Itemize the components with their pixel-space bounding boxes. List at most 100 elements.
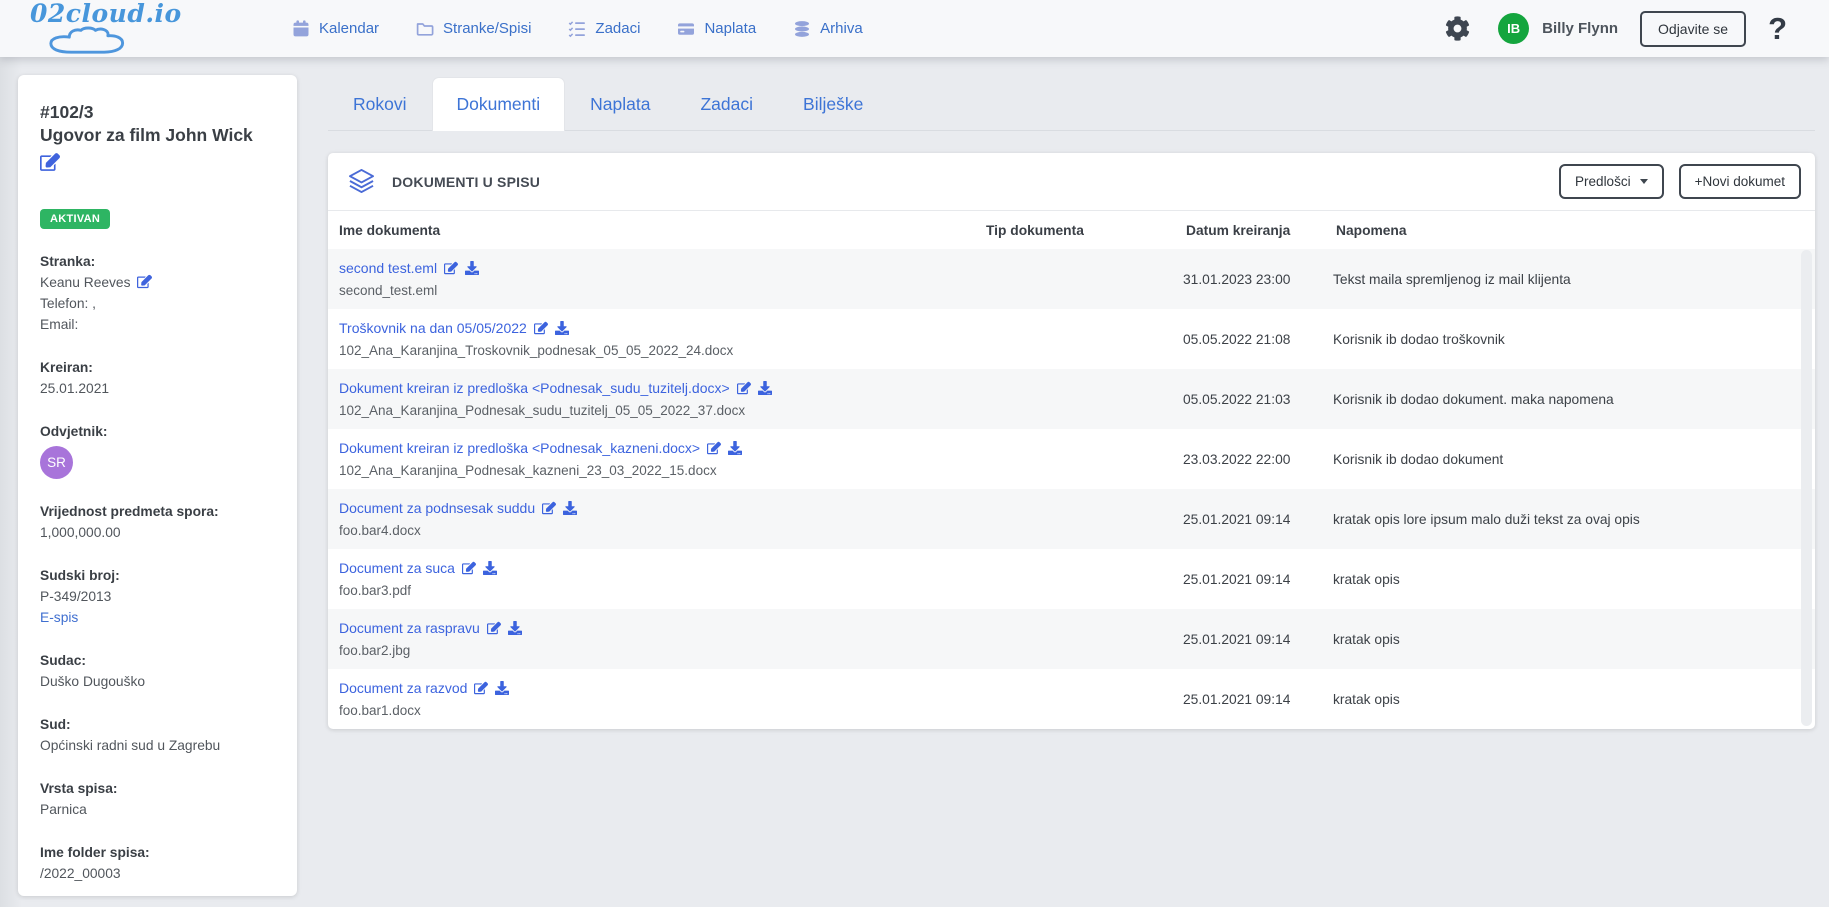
field-label: Ime folder spisa: [40, 842, 277, 863]
panel-actions: Predlošci +Novi dokumet [1559, 164, 1801, 199]
edit-document-icon[interactable] [535, 500, 556, 517]
document-date: 25.01.2021 09:14 [1175, 669, 1325, 729]
table-scrollbar[interactable] [1801, 250, 1812, 726]
edit-case-icon[interactable] [40, 152, 277, 177]
document-link[interactable]: Dokument kreiran iz predloška <Podnesak_… [339, 440, 700, 456]
document-note: Korisnik ib dodao troškovnik [1325, 309, 1815, 369]
nav-label: Stranke/Spisi [443, 20, 531, 37]
tab-rokovi[interactable]: Rokovi [328, 77, 432, 131]
nav-item-stranke-spisi[interactable]: Stranke/Spisi [416, 20, 531, 38]
document-note: kratak opis [1325, 609, 1815, 669]
document-link[interactable]: Troškovnik na dan 05/05/2022 [339, 320, 527, 336]
document-date: 25.01.2021 09:14 [1175, 489, 1325, 549]
download-document-icon[interactable] [548, 320, 569, 337]
field-value: Keanu Reeves [40, 272, 277, 293]
document-filename: 102_Ana_Karanjina_Podnesak_kazneni_23_03… [339, 463, 967, 478]
field-label: Sudac: [40, 650, 277, 671]
logo-text: 02cloud.io [30, 0, 292, 28]
document-link[interactable]: Document za suca [339, 560, 455, 576]
table-row: Document za podnsesak suddu foo.bar4.doc… [328, 489, 1815, 549]
logout-button[interactable]: Odjavite se [1640, 11, 1746, 47]
field-value: 25.01.2021 [40, 378, 277, 399]
edit-document-icon[interactable] [437, 260, 458, 277]
document-link[interactable]: Document za podnsesak suddu [339, 500, 535, 516]
predlosci-label: Predlošci [1575, 174, 1631, 189]
field-label: Vrijednost predmeta spora: [40, 501, 277, 522]
document-link[interactable]: second test.eml [339, 260, 437, 276]
edit-document-icon[interactable] [700, 440, 721, 457]
document-type [975, 369, 1175, 429]
document-date: 05.05.2022 21:03 [1175, 369, 1325, 429]
download-document-icon[interactable] [556, 500, 577, 517]
document-filename: 102_Ana_Karanjina_Podnesak_sudu_tuzitelj… [339, 403, 967, 418]
download-document-icon[interactable] [501, 620, 522, 637]
table-row: Document za razvod foo.bar1.docx 25.01.2… [328, 669, 1815, 729]
edit-document-icon[interactable] [730, 380, 751, 397]
edit-stranka-icon[interactable] [131, 275, 152, 290]
field-sud: Sud: Općinski radni sud u Zagrebu [40, 714, 277, 756]
nav-item-kalendar[interactable]: Kalendar [292, 20, 379, 38]
document-filename: foo.bar4.docx [339, 523, 967, 538]
edit-document-icon[interactable] [467, 680, 488, 697]
download-document-icon[interactable] [751, 380, 772, 397]
nav-item-naplata[interactable]: Naplata [677, 20, 756, 38]
table-header-row: Ime dokumenta Tip dokumenta Datum kreira… [328, 211, 1815, 249]
document-link[interactable]: Document za raspravu [339, 620, 480, 636]
document-note: Korisnik ib dodao dokument [1325, 429, 1815, 489]
nav-label: Zadaci [595, 20, 640, 37]
table-row: Dokument kreiran iz predloška <Podnesak_… [328, 429, 1815, 489]
table-row: Document za suca foo.bar3.pdf 25.01.2021… [328, 549, 1815, 609]
document-type [975, 669, 1175, 729]
tab-naplata[interactable]: Naplata [565, 77, 675, 131]
edit-document-icon[interactable] [480, 620, 501, 637]
nav-label: Naplata [704, 20, 756, 37]
edit-document-icon[interactable] [527, 320, 548, 337]
column-header-tip: Tip dokumenta [975, 211, 1175, 249]
field-label: Kreiran: [40, 357, 277, 378]
help-icon[interactable]: ? [1768, 13, 1787, 44]
document-note: Korisnik ib dodao dokument. maka napomen… [1325, 369, 1815, 429]
app-logo: 02cloud.io [0, 0, 292, 57]
document-link[interactable]: Document za razvod [339, 680, 467, 696]
tab-biljeske[interactable]: Bilješke [778, 77, 888, 131]
document-type [975, 609, 1175, 669]
download-document-icon[interactable] [476, 560, 497, 577]
espis-link[interactable]: E-spis [40, 607, 78, 628]
document-link[interactable]: Dokument kreiran iz predloška <Podnesak_… [339, 380, 730, 396]
user-avatar[interactable]: IB [1498, 13, 1529, 44]
document-type [975, 309, 1175, 369]
nav-item-zadaci[interactable]: Zadaci [568, 20, 640, 38]
nav-item-arhiva[interactable]: Arhiva [793, 20, 863, 38]
field-value: P-349/2013 [40, 586, 277, 607]
field-label: Stranka: [40, 251, 277, 272]
document-date: 05.05.2022 21:08 [1175, 309, 1325, 369]
tab-zadaci[interactable]: Zadaci [675, 77, 778, 131]
download-document-icon[interactable] [721, 440, 742, 457]
table-row: Dokument kreiran iz predloška <Podnesak_… [328, 369, 1815, 429]
documents-table: Ime dokumenta Tip dokumenta Datum kreira… [328, 211, 1815, 729]
field-odvjetnik: Odvjetnik: SR [40, 421, 277, 479]
field-value: Parnica [40, 799, 277, 820]
download-document-icon[interactable] [488, 680, 509, 697]
nav-label: Arhiva [820, 20, 863, 37]
document-filename: foo.bar2.jbg [339, 643, 967, 658]
database-icon [793, 20, 811, 38]
novi-dokument-button[interactable]: +Novi dokumet [1679, 164, 1801, 199]
download-document-icon[interactable] [458, 260, 479, 277]
field-value: Općinski radni sud u Zagrebu [40, 735, 277, 756]
document-date: 31.01.2023 23:00 [1175, 249, 1325, 309]
documents-panel: DOKUMENTI U SPISU Predlošci +Novi dokume… [328, 153, 1815, 729]
predlosci-dropdown-button[interactable]: Predlošci [1559, 164, 1664, 199]
layers-icon [348, 169, 375, 194]
case-number: #102/3 [40, 101, 277, 124]
tasks-icon [568, 20, 586, 38]
tab-dokumenti[interactable]: Dokumenti [432, 77, 566, 131]
field-label: Vrsta spisa: [40, 778, 277, 799]
settings-gear-icon[interactable] [1445, 16, 1470, 41]
table-row: second test.eml second_test.eml 31.01.20… [328, 249, 1815, 309]
edit-document-icon[interactable] [455, 560, 476, 577]
document-note: kratak opis lore ipsum malo duži tekst z… [1325, 489, 1815, 549]
document-filename: foo.bar1.docx [339, 703, 967, 718]
stranka-email: Email: [40, 314, 277, 335]
field-sudski-broj: Sudski broj: P-349/2013 E-spis [40, 565, 277, 628]
